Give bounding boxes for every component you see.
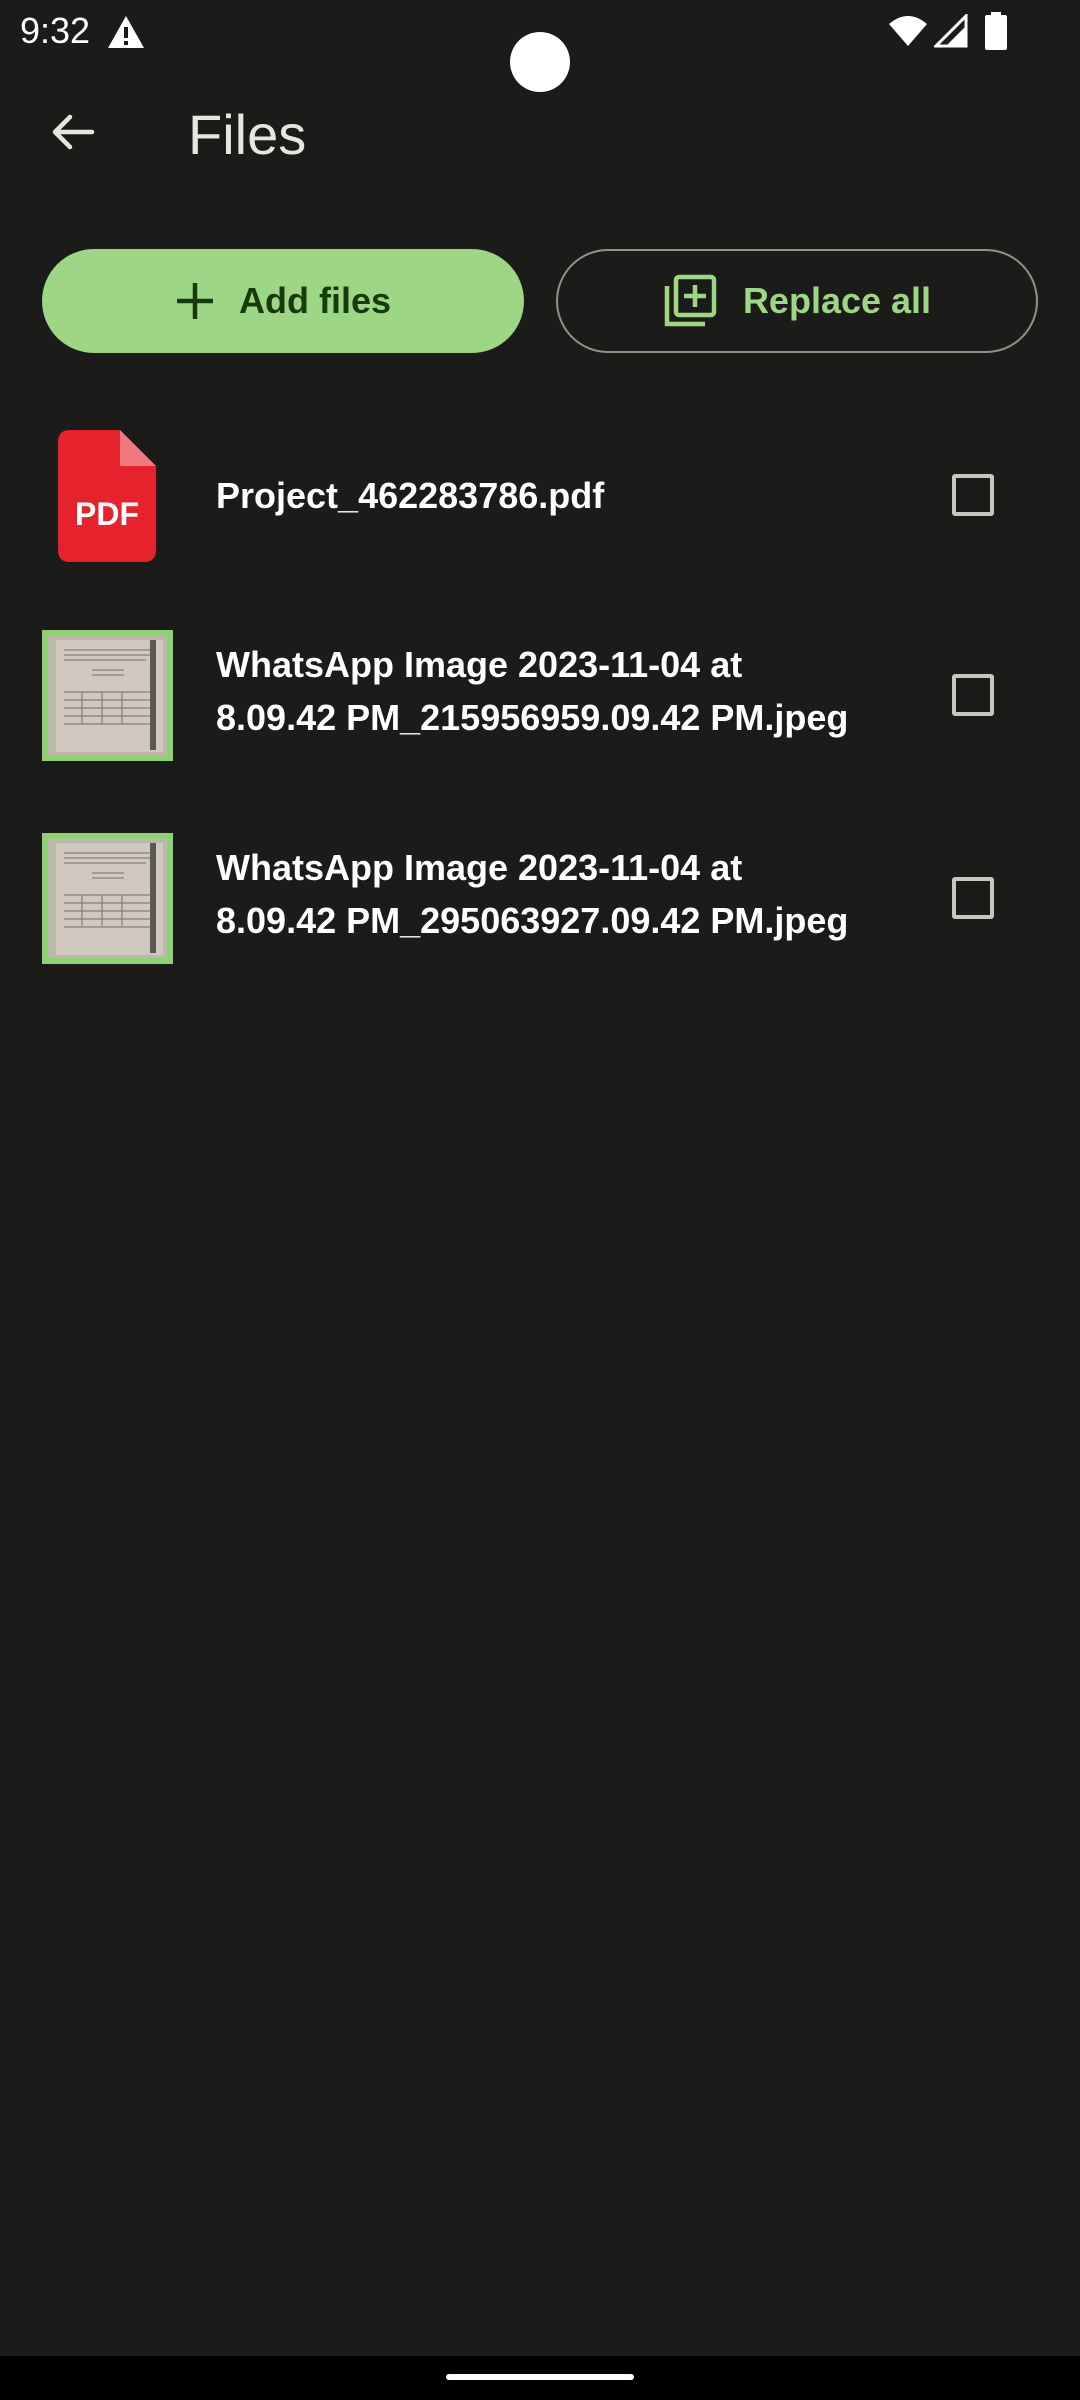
file-name: WhatsApp Image 2023-11-04 at 8.09.42 PM_… bbox=[216, 847, 849, 941]
pdf-icon-label: PDF bbox=[75, 496, 139, 532]
arrow-back-icon bbox=[52, 114, 95, 150]
file-name: WhatsApp Image 2023-11-04 at 8.09.42 PM_… bbox=[216, 644, 849, 738]
library-add-icon bbox=[664, 274, 717, 327]
image-thumbnail bbox=[42, 630, 173, 761]
home-gesture-handle[interactable] bbox=[446, 2374, 634, 2380]
warning-icon bbox=[108, 16, 144, 48]
file-list-item[interactable]: WhatsApp Image 2023-11-04 at 8.09.42 PM_… bbox=[0, 630, 1080, 765]
camera-cutout bbox=[510, 32, 570, 92]
file-list-item[interactable]: PDF Project_462283786.pdf bbox=[0, 420, 1080, 570]
file-checkbox[interactable] bbox=[952, 674, 994, 716]
status-time: 9:32 bbox=[20, 10, 91, 51]
add-files-button[interactable]: Add files bbox=[42, 249, 524, 353]
file-checkbox[interactable] bbox=[952, 877, 994, 919]
page-title: Files bbox=[188, 103, 307, 166]
pdf-file-icon: PDF bbox=[58, 430, 156, 562]
image-thumbnail bbox=[42, 833, 173, 964]
file-checkbox[interactable] bbox=[952, 474, 994, 516]
navigation-bar bbox=[0, 2356, 1080, 2400]
file-name: Project_462283786.pdf bbox=[216, 475, 605, 516]
signal-icon bbox=[934, 14, 968, 48]
replace-all-label: Replace all bbox=[742, 280, 932, 321]
plus-icon bbox=[176, 283, 213, 319]
file-list-item[interactable]: WhatsApp Image 2023-11-04 at 8.09.42 PM_… bbox=[0, 833, 1080, 968]
replace-all-button[interactable]: Replace all bbox=[556, 249, 1038, 353]
add-files-label: Add files bbox=[238, 280, 391, 321]
wifi-icon bbox=[889, 16, 927, 46]
battery-icon bbox=[985, 12, 1007, 50]
status-bar: 9:32 bbox=[0, 0, 1080, 92]
back-button[interactable] bbox=[36, 96, 108, 168]
